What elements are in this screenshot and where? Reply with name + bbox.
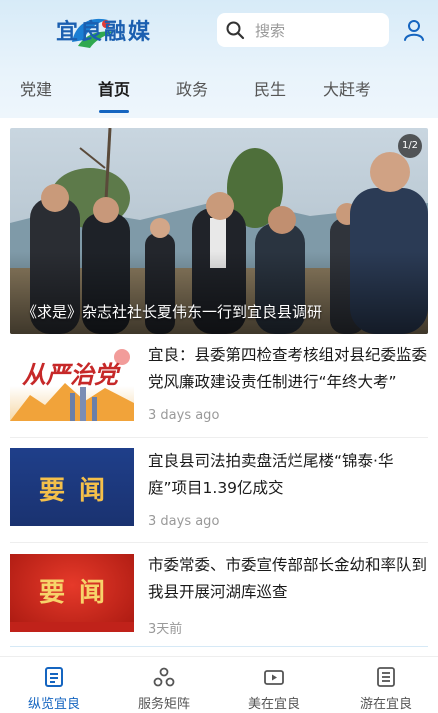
bottom-tab-label: 服务矩阵 <box>137 697 190 712</box>
logo-text: 宜良融媒 <box>56 20 153 45</box>
news-thumbnail: 要闻 <box>10 554 134 632</box>
news-doc-icon <box>45 667 63 687</box>
thumb-band <box>10 622 134 632</box>
bottom-tab-label: 游在宜良 <box>359 697 412 712</box>
divider <box>10 542 428 543</box>
search-placeholder: 搜索 <box>255 22 286 40</box>
category-tabs: 党建 首页 政务 民生 大赶考 <box>0 64 438 114</box>
carousel-page-indicator: 1/2 <box>398 134 422 158</box>
user-icon[interactable] <box>402 18 426 42</box>
service-matrix-icon <box>153 667 175 687</box>
bottom-tab-label: 美在宜良 <box>247 697 300 712</box>
search-input[interactable]: 搜索 <box>217 13 389 47</box>
hero-caption: 《求是》杂志社社长夏伟东一行到宜良县调研 <box>22 303 323 321</box>
news-title: 市委常委、市委宣传部部长金幼和率队到我县开展河湖库巡查 <box>148 556 428 601</box>
news-title: 宜良县司法拍卖盘活烂尾楼“锦泰·华庭”项目1.39亿成交 <box>148 452 394 497</box>
bottom-tab-zonglan[interactable]: 纵览宜良 <box>9 657 99 713</box>
thumb-caption: 要闻 <box>38 578 119 608</box>
video-icon <box>264 670 284 685</box>
bottom-tab-fuwu[interactable]: 服务矩阵 <box>119 657 209 713</box>
thumb-caption: 从严治党 <box>22 361 118 389</box>
app-header: 宜良融媒 搜索 党建 首页 政务 民生 大赶考 <box>0 0 438 118</box>
tab-home[interactable]: 首页 <box>82 76 146 100</box>
news-time: 3 days ago <box>148 514 220 529</box>
tab-minsheng[interactable]: 民生 <box>238 76 302 100</box>
news-time: 3 days ago <box>148 408 220 423</box>
news-time: 3天前 <box>148 622 183 637</box>
divider <box>10 437 428 438</box>
news-item[interactable]: 要闻 市委常委、市委宣传部部长金幼和率队到我县开展河湖库巡查 3天前 <box>0 548 438 648</box>
news-item[interactable]: 要闻 宜良县司法拍卖盘活烂尾楼“锦泰·华庭”项目1.39亿成交 3 days a… <box>0 444 438 544</box>
hero-carousel[interactable]: 1/2 《求是》杂志社社长夏伟东一行到宜良县调研 <box>10 128 428 334</box>
thumb-caption: 要闻 <box>38 476 119 506</box>
news-thumbnail: 从严治党 <box>10 343 134 421</box>
bottom-nav: 纵览宜良 服务矩阵 美在宜良 游在宜良 <box>0 656 438 713</box>
bottom-tab-youzai[interactable]: 游在宜良 <box>341 657 431 713</box>
news-item[interactable]: 从严治党 宜良：县委第四检查考核组对县纪委监委党风廉政建设责任制进行“年终大考”… <box>0 340 438 440</box>
active-tab-indicator <box>99 110 129 113</box>
tab-zhengwu[interactable]: 政务 <box>160 76 224 100</box>
bottom-tab-label: 纵览宜良 <box>27 697 80 712</box>
news-thumbnail: 要闻 <box>10 448 134 526</box>
tab-daganka[interactable]: 大赶考 <box>315 76 379 100</box>
bottom-tab-meizai[interactable]: 美在宜良 <box>229 657 319 713</box>
divider <box>10 646 428 647</box>
news-title: 宜良：县委第四检查考核组对县纪委监委党风廉政建设责任制进行“年终大考” <box>148 346 428 391</box>
search-icon <box>226 21 245 40</box>
travel-doc-icon <box>377 667 395 687</box>
tab-dangjian[interactable]: 党建 <box>4 76 68 100</box>
